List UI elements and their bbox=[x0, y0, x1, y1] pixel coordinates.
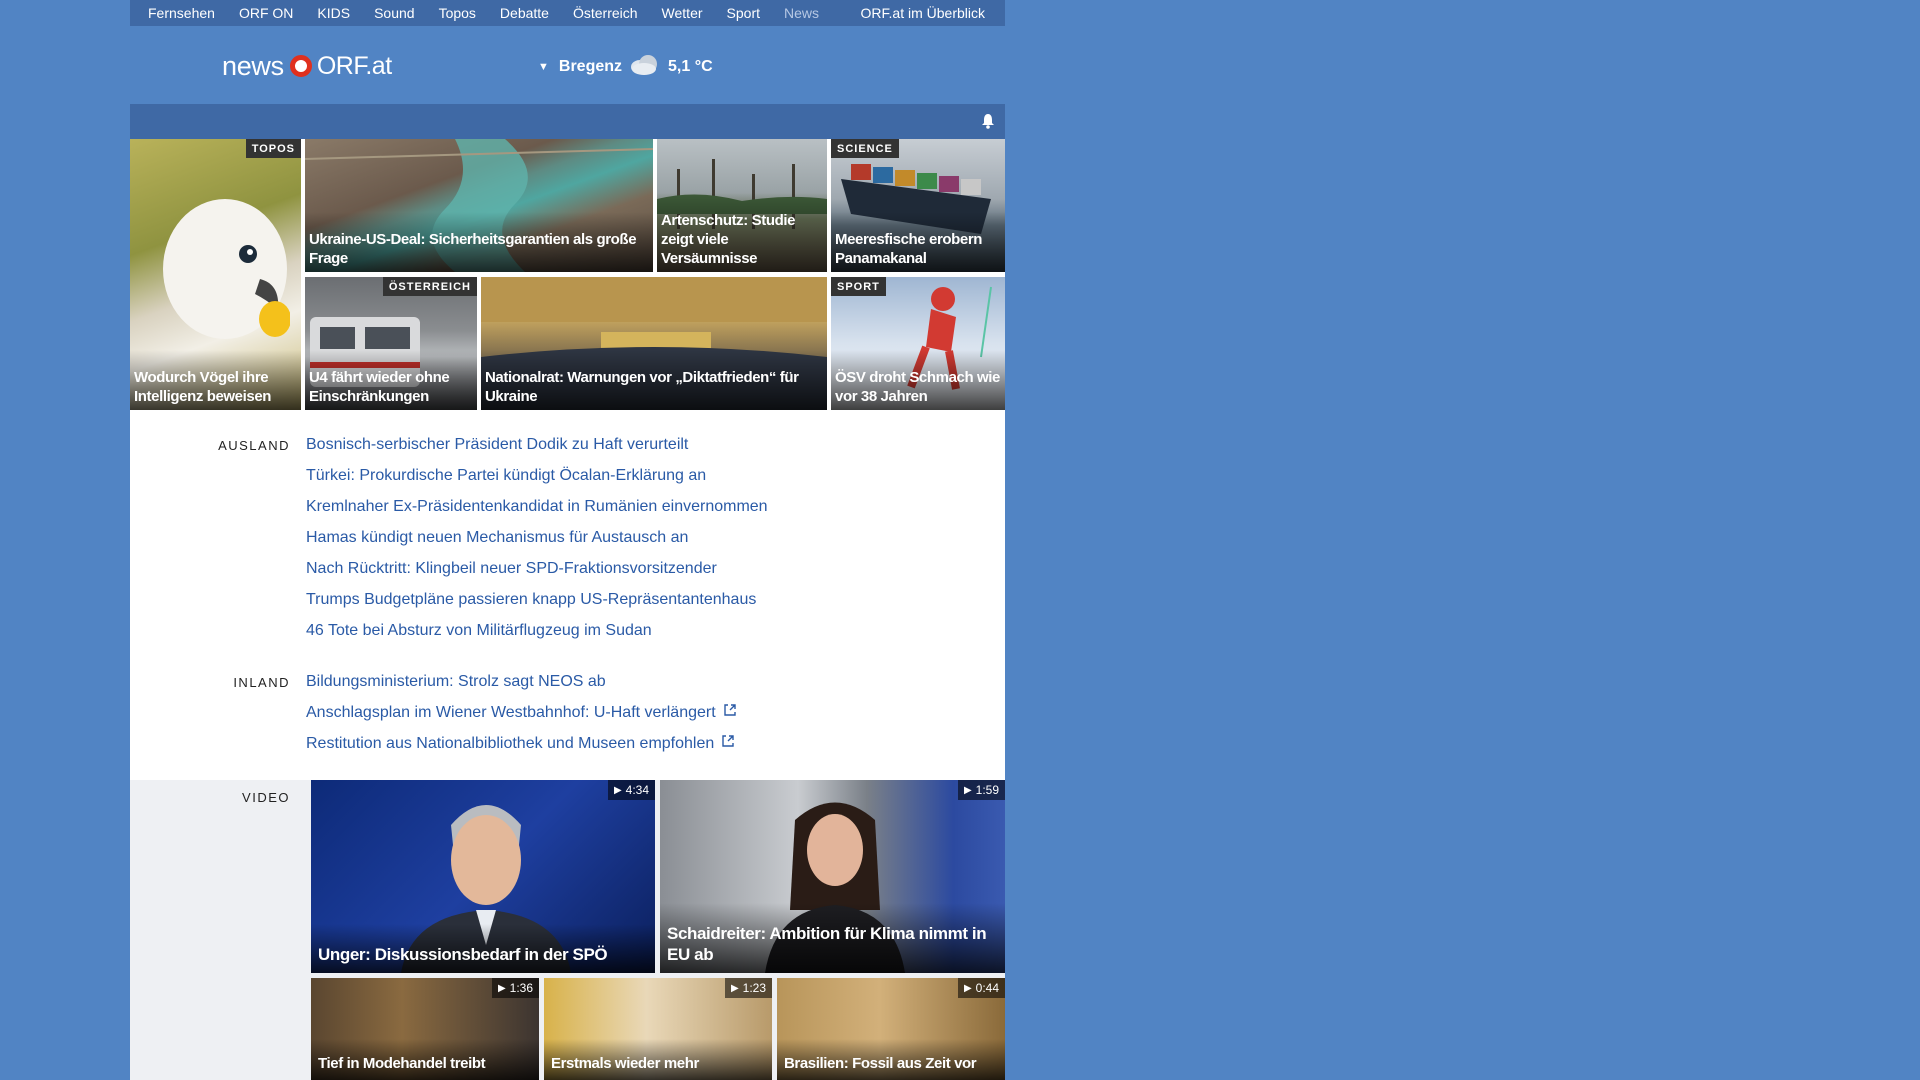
teaser-nationalrat[interactable]: Nationalrat: Warnungen vor „Diktatfriede… bbox=[481, 277, 827, 410]
tile-title: Artenschutz: Studie zeigt viele Versäumn… bbox=[657, 193, 827, 272]
nav-item-fernsehen[interactable]: Fernsehen bbox=[130, 5, 227, 21]
nav-item-news[interactable]: News bbox=[772, 5, 831, 21]
news-link[interactable]: Restitution aus Nationalbibliothek und M… bbox=[306, 728, 737, 759]
tile-title: Ukraine-US-Deal: Sicherheitsgarantien al… bbox=[305, 212, 653, 272]
video-duration: ▶ 0:44 bbox=[957, 978, 1005, 998]
play-icon: ▶ bbox=[497, 982, 506, 994]
video-section: VIDEO ▶ 4:34 Unger: Diskussionsbedarf in … bbox=[130, 780, 1005, 1080]
nav-item-sport[interactable]: Sport bbox=[715, 5, 772, 21]
nav-overview-link[interactable]: ORF.at im Überblick bbox=[849, 5, 1005, 21]
section-label-ausland: AUSLAND bbox=[218, 438, 290, 453]
inland-list: Bildungsministerium: Strolz sagt NEOS ab… bbox=[306, 666, 737, 759]
page: Fernsehen ORF ON KIDS Sound Topos Debatt… bbox=[130, 0, 1005, 1080]
video-unger[interactable]: ▶ 4:34 Unger: Diskussionsbedarf in der SP… bbox=[311, 780, 655, 973]
weather-location[interactable]: Bregenz bbox=[559, 58, 622, 76]
nav-item-debatte[interactable]: Debatte bbox=[488, 5, 561, 21]
top-navigation: Fernsehen ORF ON KIDS Sound Topos Debatt… bbox=[130, 0, 1005, 26]
nav-item-topos[interactable]: Topos bbox=[427, 5, 488, 21]
news-link[interactable]: Hamas kündigt neuen Mechanismus für Aust… bbox=[306, 522, 768, 553]
external-link-icon bbox=[721, 734, 735, 753]
nav-item-sound[interactable]: Sound bbox=[362, 5, 426, 21]
video-duration-text: 1:36 bbox=[509, 981, 533, 995]
video-duration: ▶ 4:34 bbox=[607, 780, 655, 800]
tile-tag: ÖSTERREICH bbox=[382, 277, 477, 296]
video-schaidreiter[interactable]: ▶ 1:59 Schaidreiter: Ambition für Klima n… bbox=[660, 780, 1005, 973]
news-link-text[interactable]: Anschlagsplan im Wiener Westbahnhof: U-H… bbox=[306, 704, 716, 722]
bell-icon[interactable] bbox=[981, 113, 995, 134]
video-duration-text: 0:44 bbox=[975, 981, 999, 995]
video-title: Erstmals wieder mehr bbox=[544, 1039, 772, 1080]
teaser-birds[interactable]: TOPOS Wodurch Vögel ihre Intelligenz bew… bbox=[130, 139, 301, 410]
video-duration-text: 1:23 bbox=[742, 981, 766, 995]
news-link[interactable]: Bildungsministerium: Strolz sagt NEOS ab bbox=[306, 666, 737, 697]
weather-widget[interactable]: ▼ Bregenz 5,1 °C bbox=[538, 52, 713, 81]
teaser-bar bbox=[130, 104, 1005, 139]
news-link[interactable]: Bosnisch-serbischer Präsident Dodik zu H… bbox=[306, 429, 768, 460]
tile-title: Meeresfische erobern Panamakanal bbox=[831, 212, 1005, 272]
video-duration: ▶ 1:59 bbox=[957, 780, 1005, 800]
teaser-meeresfische[interactable]: SCIENCE Meeresfische erobern Panamakanal bbox=[831, 139, 1005, 272]
teaser-oesv[interactable]: SPORT ÖSV droht Schmach wie vor 38 Jahre… bbox=[831, 277, 1005, 410]
cloud-icon bbox=[628, 52, 660, 81]
video-duration: ▶ 1:36 bbox=[491, 978, 539, 998]
news-link[interactable]: Trumps Budgetpläne passieren knapp US-Re… bbox=[306, 584, 768, 615]
news-link[interactable]: Anschlagsplan im Wiener Westbahnhof: U-H… bbox=[306, 697, 737, 728]
news-link[interactable]: Kremlnaher Ex-Präsidentenkandidat in Rum… bbox=[306, 491, 768, 522]
video-duration: ▶ 1:23 bbox=[724, 978, 772, 998]
news-lists: AUSLAND Bosnisch-serbischer Präsident Do… bbox=[130, 410, 1005, 780]
video-title: Schaidreiter: Ambition für Klima nimmt i… bbox=[660, 903, 1005, 973]
news-link[interactable]: Nach Rücktritt: Klingbeil neuer SPD-Frak… bbox=[306, 553, 768, 584]
orf-ring-icon bbox=[289, 55, 312, 77]
section-label-inland: INLAND bbox=[233, 675, 290, 690]
weather-temperature: 5,1 °C bbox=[668, 57, 713, 75]
logo-word-news: news bbox=[222, 50, 284, 81]
play-icon: ▶ bbox=[963, 784, 972, 796]
video-duration-text: 1:59 bbox=[975, 783, 999, 797]
video-duration-text: 4:34 bbox=[625, 783, 649, 797]
location-dropdown-icon[interactable]: ▼ bbox=[538, 61, 549, 73]
nav-item-wetter[interactable]: Wetter bbox=[650, 5, 715, 21]
play-icon: ▶ bbox=[963, 982, 972, 994]
tile-title: Nationalrat: Warnungen vor „Diktatfriede… bbox=[481, 350, 827, 410]
play-icon: ▶ bbox=[730, 982, 739, 994]
teaser-u4[interactable]: ÖSTERREICH U4 fährt wieder ohne Einschrä… bbox=[305, 277, 477, 410]
external-link-icon bbox=[723, 703, 737, 722]
tile-title: ÖSV droht Schmach wie vor 38 Jahren bbox=[831, 350, 1005, 410]
video-title: Tief in Modehandel treibt bbox=[311, 1039, 539, 1080]
news-link-text[interactable]: Bildungsministerium: Strolz sagt NEOS ab bbox=[306, 673, 606, 691]
news-link[interactable]: 46 Tote bei Absturz von Militärflugzeug … bbox=[306, 615, 768, 646]
parrot-image bbox=[163, 199, 290, 339]
tile-title: U4 fährt wieder ohne Einschränkungen bbox=[305, 350, 477, 410]
video-erstmals[interactable]: ▶ 1:23 Erstmals wieder mehr bbox=[544, 978, 772, 1080]
video-title: Unger: Diskussionsbedarf in der SPÖ bbox=[311, 924, 655, 973]
site-header: news ORF.at ▼ Bregenz 5,1 °C bbox=[130, 26, 1005, 104]
tile-tag: SCIENCE bbox=[831, 139, 899, 158]
teaser-grid: TOPOS Wodurch Vögel ihre Intelligenz bew… bbox=[130, 139, 1005, 410]
tile-tag: TOPOS bbox=[245, 139, 301, 158]
play-icon: ▶ bbox=[613, 784, 622, 796]
nav-item-oesterreich[interactable]: Österreich bbox=[561, 5, 650, 21]
news-link[interactable]: Türkei: Prokurdische Partei kündigt Öcal… bbox=[306, 460, 768, 491]
tile-title: Wodurch Vögel ihre Intelligenz beweisen bbox=[130, 350, 301, 410]
video-modehandel[interactable]: ▶ 1:36 Tief in Modehandel treibt bbox=[311, 978, 539, 1080]
section-label-video: VIDEO bbox=[242, 790, 290, 805]
tile-tag: SPORT bbox=[831, 277, 886, 296]
video-fossil[interactable]: ▶ 0:44 Brasilien: Fossil aus Zeit vor bbox=[777, 978, 1005, 1080]
nav-item-orf-on[interactable]: ORF ON bbox=[227, 5, 305, 21]
teaser-artenschutz[interactable]: Artenschutz: Studie zeigt viele Versäumn… bbox=[657, 139, 827, 272]
video-title: Brasilien: Fossil aus Zeit vor bbox=[777, 1039, 1005, 1080]
nav-item-kids[interactable]: KIDS bbox=[305, 5, 362, 21]
ausland-list: Bosnisch-serbischer Präsident Dodik zu H… bbox=[306, 429, 768, 646]
news-orf-logo[interactable]: news ORF.at bbox=[222, 46, 392, 86]
teaser-ukraine-deal[interactable]: Ukraine-US-Deal: Sicherheitsgarantien al… bbox=[305, 139, 653, 272]
news-link-text[interactable]: Restitution aus Nationalbibliothek und M… bbox=[306, 735, 714, 753]
logo-word-orf: ORF.at bbox=[316, 51, 392, 80]
